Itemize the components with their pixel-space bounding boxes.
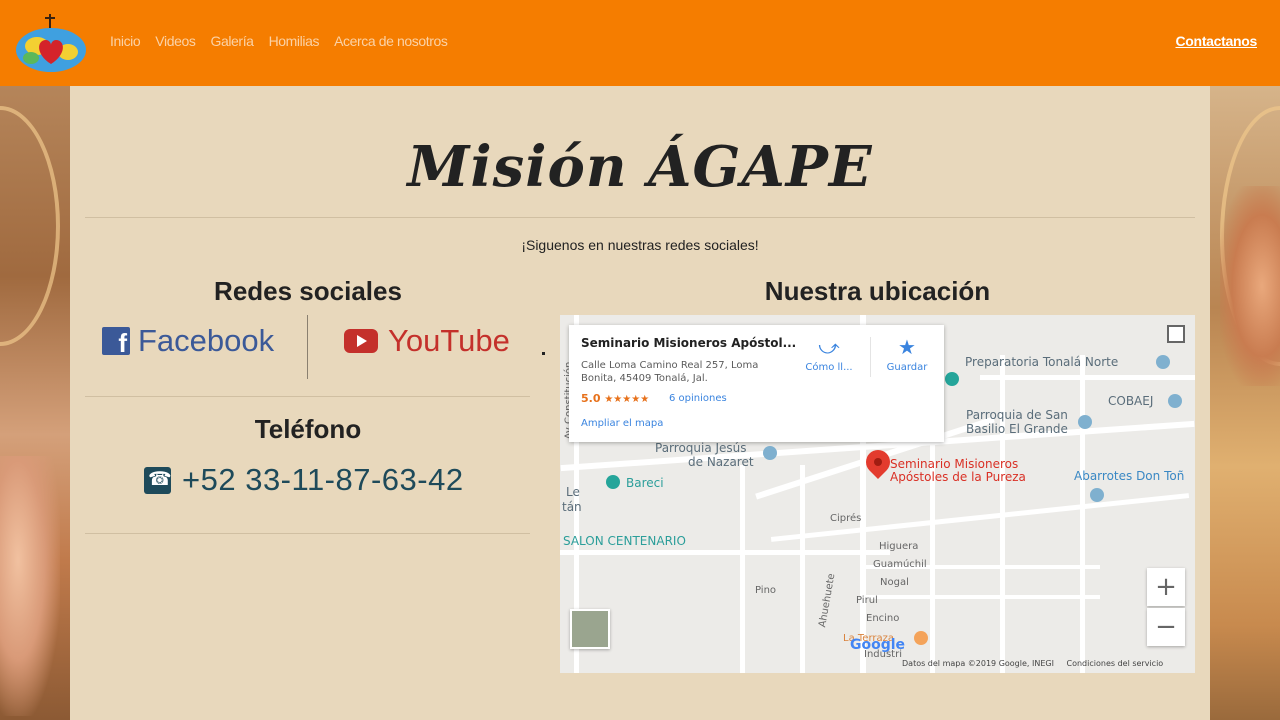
store-icon	[1090, 488, 1104, 502]
background-art-left	[0, 86, 70, 720]
nav-link-videos[interactable]: Videos	[155, 33, 196, 49]
school-icon	[1156, 355, 1170, 369]
place-address: Calle Loma Camino Real 257, Loma Bonita,…	[581, 360, 759, 384]
phone-heading: Teléfono	[254, 414, 362, 444]
map-road	[740, 465, 745, 673]
site-logo[interactable]	[13, 12, 89, 74]
restaurant-icon	[914, 631, 928, 645]
map-label: Nogal	[880, 577, 909, 588]
embedded-map[interactable]: Preparatoria Tonalá Norte COBAEJ Parroqu…	[560, 315, 1195, 673]
map-label: Encino	[866, 613, 900, 624]
rating-value: 5.0	[581, 392, 601, 405]
place-icon	[945, 372, 959, 386]
phone-link[interactable]: +52 33-11-87-63-42	[144, 462, 464, 498]
facebook-icon: f	[102, 327, 130, 357]
nav-link-acerca[interactable]: Acerca de nosotros	[334, 33, 448, 49]
nav-link-galeria[interactable]: Galería	[210, 33, 254, 49]
top-navbar: Inicio Videos Galería Homilias Acerca de…	[0, 0, 1280, 86]
map-label: Bareci	[626, 476, 664, 490]
directions-icon: ⤻	[818, 335, 840, 359]
save-button[interactable]: ★ Guardar	[879, 335, 935, 373]
social-heading: Redes sociales	[214, 276, 402, 306]
divider	[307, 315, 308, 379]
map-road	[980, 375, 1195, 380]
globe-heart-icon	[16, 14, 86, 72]
map-road	[860, 595, 1100, 599]
divider	[85, 217, 1195, 218]
star-icon: ★	[898, 335, 916, 359]
background-art-right	[1210, 86, 1280, 720]
map-label: Pino	[755, 585, 777, 596]
directions-label: Cómo ll...	[805, 362, 853, 373]
divider	[870, 337, 871, 377]
divider	[85, 533, 530, 534]
google-logo: Google	[850, 637, 906, 653]
facebook-link[interactable]: f Facebook	[102, 323, 274, 359]
place-info-card: Seminario Misioneros Apóstol... Calle Lo…	[569, 325, 944, 442]
map-footer: Datos del mapa ©2019 Google, INEGI Condi…	[902, 659, 1163, 668]
zoom-in-button[interactable]: +	[1147, 568, 1185, 606]
church-icon	[1078, 415, 1092, 429]
map-label: COBAEJ	[1108, 394, 1154, 408]
nav-link-contactanos[interactable]: Contactanos	[1176, 33, 1258, 49]
follow-us-text: ¡Siguenos en nuestras redes sociales!	[521, 237, 759, 253]
map-label: SALON CENTENARIO	[563, 534, 686, 548]
divider	[85, 396, 530, 397]
social-links: f Facebook YouTube	[86, 311, 530, 381]
phone-number: +52 33-11-87-63-42	[182, 462, 464, 497]
nav-link-homilias[interactable]: Homilias	[269, 33, 320, 49]
star-rating-icon: ★★★★★	[604, 394, 650, 405]
reviews-link[interactable]: 6 opiniones	[669, 393, 727, 404]
youtube-icon	[344, 329, 378, 353]
facebook-label: Facebook	[138, 323, 275, 358]
map-label: Pirul	[856, 595, 878, 606]
halo-decoration	[0, 106, 60, 346]
map-label: tán	[562, 500, 582, 514]
map-label: Guamúchil	[873, 559, 927, 570]
enlarge-map-link[interactable]: Ampliar el mapa	[581, 418, 663, 429]
map-label: Basilio El Grande	[966, 422, 1068, 436]
satellite-toggle-button[interactable]	[570, 609, 610, 649]
map-road	[1080, 355, 1085, 673]
map-label: Higuera	[879, 541, 919, 552]
nav-link-inicio[interactable]: Inicio	[110, 33, 141, 49]
hand-decoration	[1220, 186, 1280, 386]
map-label: Ahuehuete	[817, 572, 838, 629]
save-label: Guardar	[886, 362, 928, 373]
map-road	[800, 465, 805, 673]
map-label: Le	[566, 485, 580, 499]
map-label: Preparatoria Tonalá Norte	[965, 355, 1119, 369]
youtube-label: YouTube	[388, 323, 510, 358]
hand-decoration	[0, 456, 60, 716]
map-road	[560, 550, 890, 555]
map-label: Parroquia Jesús	[655, 441, 747, 455]
place-name: Seminario Misioneros Apóstol...	[581, 336, 797, 350]
store-icon	[606, 475, 620, 489]
phone-icon	[144, 466, 172, 494]
location-heading: Nuestra ubicación	[764, 276, 991, 306]
map-label: Ciprés	[830, 513, 862, 524]
terms-link[interactable]: Condiciones del servicio	[1067, 659, 1164, 668]
main-panel: Misión ÁGAPE ¡Siguenos en nuestras redes…	[70, 86, 1210, 720]
youtube-link[interactable]: YouTube	[344, 323, 510, 359]
place-rating: 5.0 ★★★★★	[581, 392, 649, 405]
fullscreen-button[interactable]	[1167, 325, 1185, 343]
zoom-out-button[interactable]: −	[1147, 608, 1185, 646]
page-title: Misión ÁGAPE	[407, 134, 873, 200]
map-road	[1000, 355, 1005, 673]
stray-dot	[542, 352, 545, 355]
map-data-attribution: Datos del mapa ©2019 Google, INEGI	[902, 659, 1054, 668]
map-label: Apóstoles de la Pureza	[890, 470, 1026, 484]
nav-links: Inicio Videos Galería Homilias Acerca de…	[110, 33, 448, 49]
map-label: de Nazaret	[688, 455, 754, 469]
school-icon	[1168, 394, 1182, 408]
map-label: Parroquia de San	[966, 408, 1068, 422]
church-icon	[763, 446, 777, 460]
map-label: Abarrotes Don Toñ	[1074, 469, 1185, 483]
directions-button[interactable]: ⤻ Cómo ll...	[799, 335, 859, 373]
